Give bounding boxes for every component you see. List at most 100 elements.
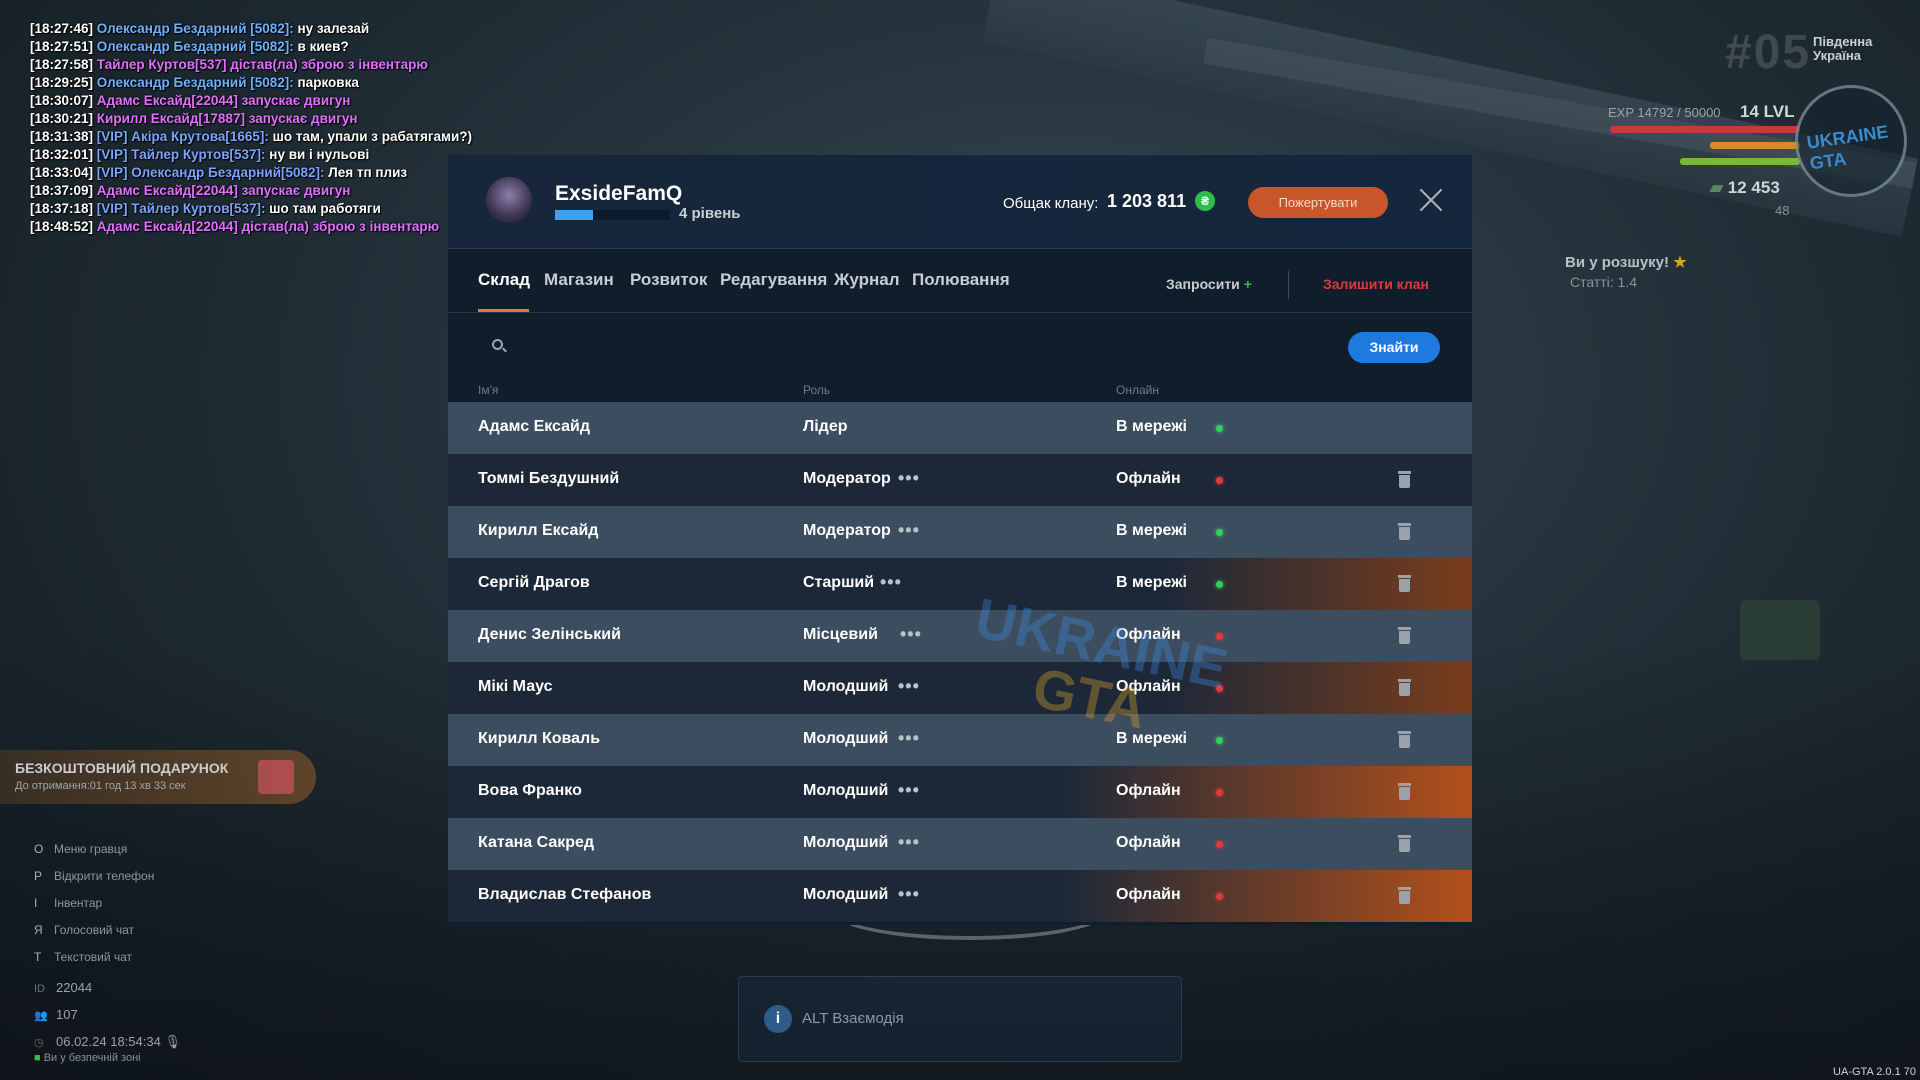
background-bag: [1740, 600, 1820, 660]
members-table: Адамс Ексайд Лідер В мережі Томмі Бездушний…: [448, 402, 1472, 922]
members-table-header: Ім'я Роль Онлайн: [448, 383, 1472, 403]
column-name: Ім'я: [478, 383, 499, 397]
trash-icon[interactable]: [1398, 523, 1411, 540]
status-bars: [1580, 126, 1800, 174]
chat-line: [18:27:58] Тайлер Куртов[537] дістав(ла)…: [30, 56, 472, 74]
actions-separator: [1288, 271, 1289, 299]
leave-clan-button[interactable]: Залишити клан: [1323, 276, 1429, 292]
chat-author: Олександр Бездарний [5082]:: [96, 21, 294, 36]
trash-icon[interactable]: [1398, 887, 1411, 904]
close-icon[interactable]: [1416, 185, 1446, 215]
member-row[interactable]: Катана Сакред Молодший ••• Офлайн: [448, 818, 1472, 870]
chat-message: ну залезай: [293, 21, 370, 36]
member-role: Лідер: [803, 418, 848, 435]
invite-button[interactable]: Запросити +: [1166, 276, 1252, 292]
key-hints: O Меню гравця P Відкрити телефон I Інвентар Я Г…: [34, 836, 154, 971]
chat-line: [18:27:46] Олександр Бездарний [5082]: н…: [30, 20, 472, 38]
role-menu-icon[interactable]: •••: [898, 468, 920, 489]
chat-author: Тайлер Куртов[537] дістав(ла) зброю з ін…: [96, 57, 428, 72]
trash-icon[interactable]: [1398, 679, 1411, 696]
trash-icon[interactable]: [1398, 471, 1411, 488]
chat-message: шо там, упали з рабатягами?): [268, 129, 472, 144]
chat-author: Адамс Ексайд[22044] дістав(ла) зброю з і…: [96, 219, 440, 234]
money-counter: ▰ 12 453: [1710, 178, 1780, 198]
role-menu-icon[interactable]: •••: [900, 624, 922, 645]
hint-label: Відкрити телефон: [54, 869, 155, 883]
role-menu-icon[interactable]: •••: [898, 676, 920, 697]
hryvnia-coin-icon: ₴: [1195, 191, 1215, 211]
trash-icon[interactable]: [1398, 731, 1411, 748]
column-online: Онлайн: [1116, 383, 1159, 397]
member-status: Офлайн: [1116, 470, 1181, 487]
free-gift-banner[interactable]: БЕЗКОШТОВНИЙ ПОДАРУНОК До отримання:01 г…: [0, 750, 316, 804]
member-status: В мережі: [1116, 730, 1187, 747]
member-name: Кирилл Ексайд: [478, 522, 599, 539]
gift-box-icon: [258, 760, 294, 794]
role-menu-icon[interactable]: •••: [880, 572, 902, 593]
member-name: Адамс Ексайд: [478, 418, 591, 435]
member-role: Молодший: [803, 834, 889, 851]
member-row[interactable]: Денис Зелінський Місцевий ••• Офлайн: [448, 610, 1472, 662]
role-menu-icon[interactable]: •••: [898, 780, 920, 801]
search-icon: [492, 339, 507, 353]
member-search-input[interactable]: [518, 330, 1318, 360]
member-role: Молодший: [803, 886, 889, 903]
players-icon: 👥: [34, 1010, 48, 1022]
safe-zone-text: Ви у безпечній зоні: [43, 1052, 141, 1064]
interaction-hint: i ALT Взаємодія: [738, 976, 1182, 1062]
member-name: Владислав Стефанов: [478, 886, 652, 903]
wanted-label: Ви у розшуку! ★: [1565, 253, 1687, 271]
status-dot-icon: [1216, 581, 1223, 588]
tab-4[interactable]: Редагування: [720, 270, 827, 290]
health-bar: [1610, 126, 1800, 133]
hint-key: I: [34, 896, 38, 910]
gift-title: БЕЗКОШТОВНИЙ ПОДАРУНОК: [15, 760, 229, 776]
member-role: Модератор: [803, 470, 891, 487]
tab-3[interactable]: Розвиток: [630, 270, 707, 290]
column-role: Роль: [803, 383, 831, 397]
member-row[interactable]: Вова Франко Молодший ••• Офлайн: [448, 766, 1472, 818]
chat-time: [18:37:18]: [30, 201, 94, 216]
tab-1[interactable]: Склад: [478, 270, 530, 290]
level-label: 14 LVL: [1740, 102, 1795, 121]
trash-icon[interactable]: [1398, 835, 1411, 852]
chat-author: Олександр Бездарний [5082]:: [96, 39, 294, 54]
status-dot-icon: [1216, 841, 1223, 848]
tab-2[interactable]: Магазин: [544, 270, 614, 290]
tab-5[interactable]: Журнал: [834, 270, 900, 290]
status-dot-icon: [1216, 737, 1223, 744]
find-button[interactable]: Знайти: [1348, 332, 1440, 363]
member-row[interactable]: Кирилл Коваль Молодший ••• В мережі: [448, 714, 1472, 766]
member-row[interactable]: Кирилл Ексайд Модератор ••• В мережі: [448, 506, 1472, 558]
member-row[interactable]: Мікі Маус Молодший ••• Офлайн: [448, 662, 1472, 714]
hint-label: Меню гравця: [54, 842, 128, 856]
clan-bank-label: Общак клану:: [1003, 195, 1099, 212]
member-status: Офлайн: [1116, 626, 1181, 643]
trash-icon[interactable]: [1398, 627, 1411, 644]
chat-time: [18:30:21]: [30, 111, 94, 126]
status-dot-icon: [1216, 425, 1223, 432]
member-row[interactable]: Томмі Бездушний Модератор ••• Офлайн: [448, 454, 1472, 506]
chat-time: [18:27:58]: [30, 57, 94, 72]
member-name: Мікі Маус: [478, 678, 553, 695]
chat-line: [18:33:04] [VIP] Олександр Бездарний[508…: [30, 164, 472, 182]
donate-button[interactable]: Пожертувати: [1248, 187, 1388, 218]
trash-icon[interactable]: [1398, 575, 1411, 592]
invite-label: Запросити: [1166, 276, 1240, 292]
member-row[interactable]: Сергій Драгов Старший ••• В мережі: [448, 558, 1472, 610]
role-menu-icon[interactable]: •••: [898, 520, 920, 541]
role-menu-icon[interactable]: •••: [898, 884, 920, 905]
role-menu-icon[interactable]: •••: [898, 832, 920, 853]
server-logo: #05 Південна Україна: [1725, 25, 1872, 79]
trash-icon[interactable]: [1398, 783, 1411, 800]
tab-6[interactable]: Полювання: [912, 270, 1010, 290]
hint-label: Інвентар: [54, 896, 103, 910]
key-hint: T Текстовий чат: [34, 944, 154, 971]
role-menu-icon[interactable]: •••: [898, 728, 920, 749]
chat-message: ну ви і нульові: [265, 147, 370, 162]
safe-zone-label: ■ Ви у безпечній зоні: [34, 1052, 141, 1064]
member-row[interactable]: Адамс Ексайд Лідер В мережі: [448, 402, 1472, 454]
member-row[interactable]: Владислав Стефанов Молодший ••• Офлайн: [448, 870, 1472, 922]
member-status: В мережі: [1116, 418, 1187, 435]
clan-header: ExsideFamQ 4 рівень Общак клану: 1 203 8…: [448, 155, 1472, 248]
